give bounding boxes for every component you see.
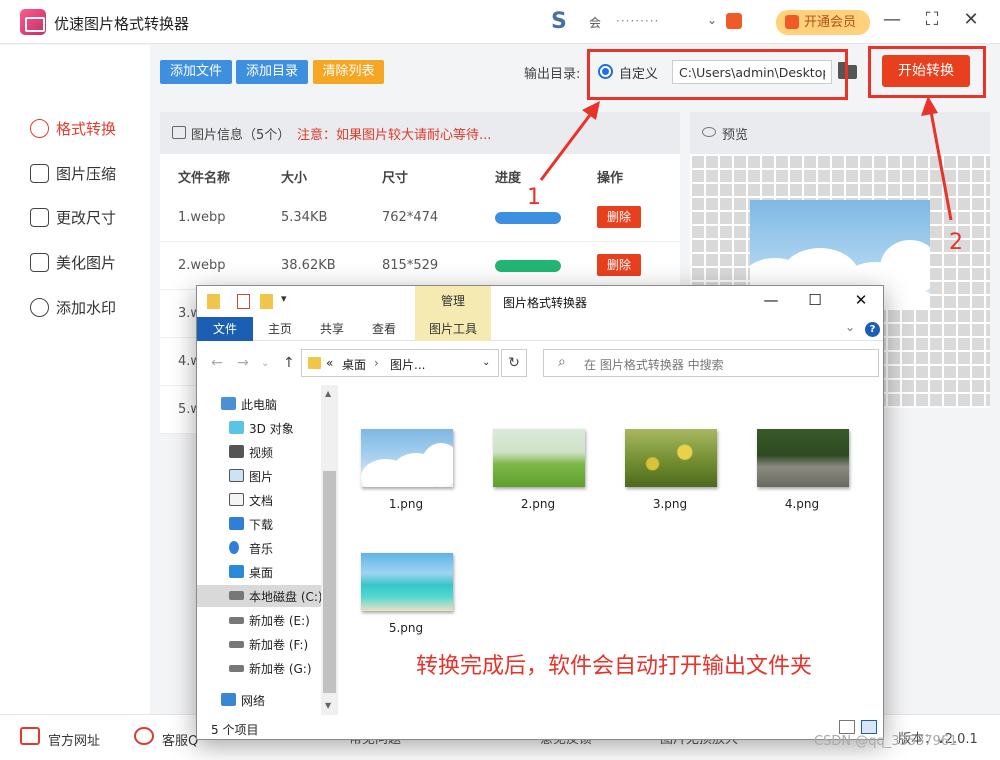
- file-name: 4.png: [784, 497, 820, 511]
- close-icon[interactable]: ✕: [849, 291, 873, 309]
- search-icon: ⌕: [558, 354, 566, 370]
- file-thumbnail: [625, 429, 717, 487]
- refresh-icon[interactable]: ↻: [501, 349, 527, 377]
- drive-icon: [229, 665, 244, 672]
- explorer-title-bar: ▾ 管理 图片格式转换器 — ☐ ✕: [197, 286, 883, 317]
- ribbon-tabs: 文件 主页 共享 查看 图片工具 ⌄ ?: [197, 317, 883, 341]
- pc-icon: [221, 397, 236, 410]
- back-arrow-icon[interactable]: ←: [211, 355, 223, 371]
- nav-scrollbar[interactable]: ▲ ▼: [321, 385, 338, 715]
- ribbon-collapse-icon[interactable]: ⌄: [845, 320, 855, 334]
- file-thumbnail: [757, 429, 849, 487]
- cube-icon: [229, 421, 244, 434]
- details-view-icon[interactable]: [839, 720, 855, 734]
- scroll-up-icon[interactable]: ▲: [325, 389, 331, 398]
- file-thumbnail: [361, 429, 453, 487]
- file-item[interactable]: 3.png: [615, 429, 725, 529]
- tab-view[interactable]: 查看: [361, 317, 407, 341]
- address-row: ← → ⌄ ↑ « 桌面 › 图片... ⌄ ↻ ⌕ 在 图片格式转换器 中搜索: [197, 341, 883, 385]
- scrollbar-thumb[interactable]: [323, 471, 336, 693]
- file-item[interactable]: 5.png: [351, 553, 461, 653]
- explorer-status-bar: 5 个项目: [197, 715, 883, 739]
- file-name: 2.png: [520, 497, 556, 511]
- drive-icon: [229, 641, 244, 648]
- tab-home[interactable]: 主页: [257, 317, 303, 341]
- address-bar[interactable]: « 桌面 › 图片... ⌄: [301, 349, 499, 377]
- pictures-icon: [229, 469, 244, 482]
- forward-arrow-icon[interactable]: →: [237, 355, 249, 371]
- drive-icon: [229, 591, 244, 600]
- address-dropdown-icon[interactable]: ⌄: [482, 357, 490, 368]
- file-thumbnail: [361, 553, 453, 611]
- breadcrumb-desktop[interactable]: 桌面: [342, 356, 366, 373]
- watermark-text: CSDN @qq_33537961: [814, 734, 958, 749]
- nav-item-local-disk-c[interactable]: 本地磁盘 (C:): [197, 585, 323, 607]
- folder-icon: [308, 357, 321, 369]
- minimize-icon[interactable]: —: [759, 291, 783, 309]
- file-item[interactable]: 4.png: [747, 429, 857, 529]
- tab-share[interactable]: 共享: [309, 317, 355, 341]
- network-icon: [221, 693, 236, 706]
- folder-icon[interactable]: [207, 294, 220, 309]
- video-icon: [229, 445, 244, 458]
- tab-file[interactable]: 文件: [197, 317, 253, 341]
- file-name: 5.png: [388, 621, 424, 635]
- item-count: 5 个项目: [211, 723, 259, 737]
- desktop-icon: [229, 565, 244, 578]
- help-icon[interactable]: ?: [865, 322, 880, 337]
- file-thumbnail: [493, 429, 585, 487]
- explorer-title: 图片格式转换器: [503, 296, 588, 310]
- drive-icon: [229, 617, 244, 624]
- properties-icon[interactable]: [237, 294, 250, 309]
- quick-access-dropdown-icon[interactable]: ▾: [281, 292, 287, 305]
- recent-dropdown-icon[interactable]: ⌄: [261, 358, 269, 369]
- scroll-down-icon[interactable]: ▼: [325, 701, 331, 710]
- file-name: 3.png: [652, 497, 688, 511]
- up-arrow-icon[interactable]: ↑: [283, 355, 295, 371]
- music-icon: [229, 541, 239, 554]
- search-input[interactable]: ⌕ 在 图片格式转换器 中搜索: [543, 349, 879, 377]
- navigation-pane: 此电脑 3D 对象 视频 图片 文档 下载 音乐 桌面 本地磁盘 (C:) 新加…: [197, 385, 339, 715]
- new-folder-icon[interactable]: [260, 294, 273, 309]
- thumbnail-view-icon[interactable]: [861, 720, 877, 734]
- instruction-caption: 转换完成后，软件会自动打开输出文件夹: [416, 654, 813, 679]
- document-icon: [229, 493, 244, 506]
- tab-manage[interactable]: 管理: [415, 286, 491, 317]
- maximize-icon[interactable]: ☐: [803, 291, 827, 309]
- file-name: 1.png: [388, 497, 424, 511]
- file-item[interactable]: 2.png: [483, 429, 593, 529]
- tab-picture-tools[interactable]: 图片工具: [415, 317, 491, 341]
- download-icon: [229, 517, 244, 530]
- file-item[interactable]: 1.png: [351, 429, 461, 529]
- breadcrumb-pictures[interactable]: 图片...: [390, 356, 425, 373]
